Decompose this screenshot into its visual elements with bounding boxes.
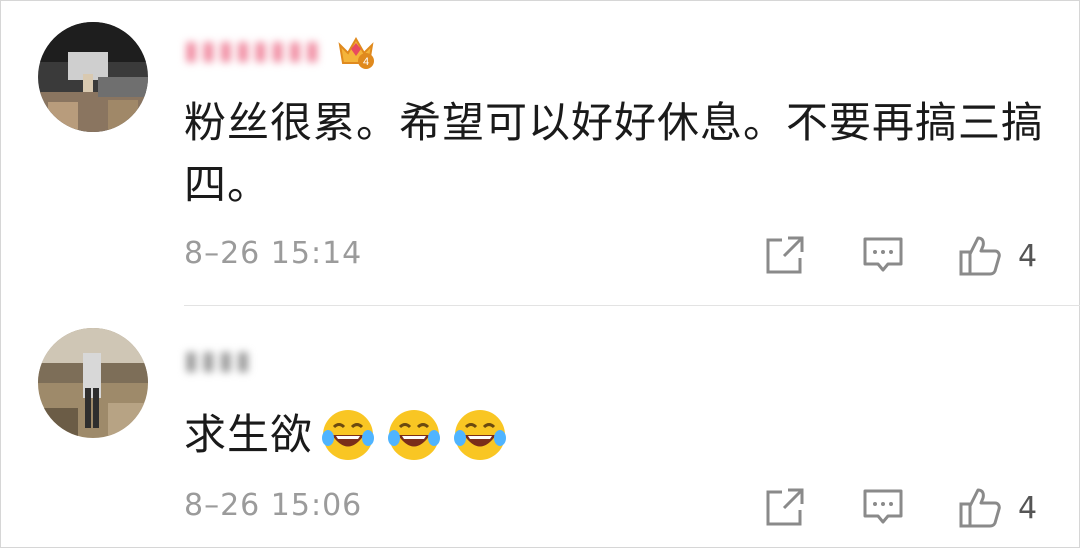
share-button[interactable] (764, 234, 806, 276)
share-icon (766, 488, 804, 526)
laugh-cry-emoji (388, 410, 441, 460)
username-row: ▮▮▮▮ (184, 344, 253, 378)
comment-icon (863, 237, 903, 272)
reply-button[interactable] (862, 234, 904, 276)
thumbs-up-icon (959, 488, 1001, 528)
username[interactable]: ▮▮▮▮ (184, 346, 253, 376)
username-row: ▮▮▮▮▮▮▮▮ 4 (184, 34, 376, 69)
comment-text-row: 求生欲 (184, 404, 1044, 466)
svg-text:4: 4 (363, 56, 369, 68)
thumbs-up-icon (959, 236, 1001, 276)
comment-item: ▮▮▮▮ 求生欲 8–26 15:06 4 (0, 306, 1080, 548)
like-count: 4 (1018, 490, 1038, 526)
share-button[interactable] (764, 486, 806, 528)
like-button[interactable]: 4 (958, 234, 1037, 278)
laugh-cry-emoji (454, 410, 507, 460)
crown-level-4-icon: 4 (338, 36, 375, 69)
comment-item: ▮▮▮▮▮▮▮▮ 4 粉丝很累。希望可以好好休息。不要再搞三搞四。 8–26 1… (0, 0, 1080, 305)
comment-icon (863, 489, 903, 524)
laugh-cry-emoji (322, 410, 375, 460)
like-button[interactable]: 4 (958, 486, 1037, 530)
username[interactable]: ▮▮▮▮▮▮▮▮ (184, 36, 322, 66)
timestamp: 8–26 15:06 (184, 488, 363, 523)
like-count: 4 (1018, 238, 1038, 274)
emoji-row (321, 408, 507, 462)
comment-text: 求生欲 (184, 410, 314, 459)
avatar[interactable] (38, 328, 148, 438)
share-icon (766, 236, 804, 274)
comment-text: 粉丝很累。希望可以好好休息。不要再搞三搞四。 (184, 98, 1045, 209)
timestamp: 8–26 15:14 (184, 236, 363, 271)
avatar[interactable] (38, 22, 148, 132)
reply-button[interactable] (862, 486, 904, 528)
